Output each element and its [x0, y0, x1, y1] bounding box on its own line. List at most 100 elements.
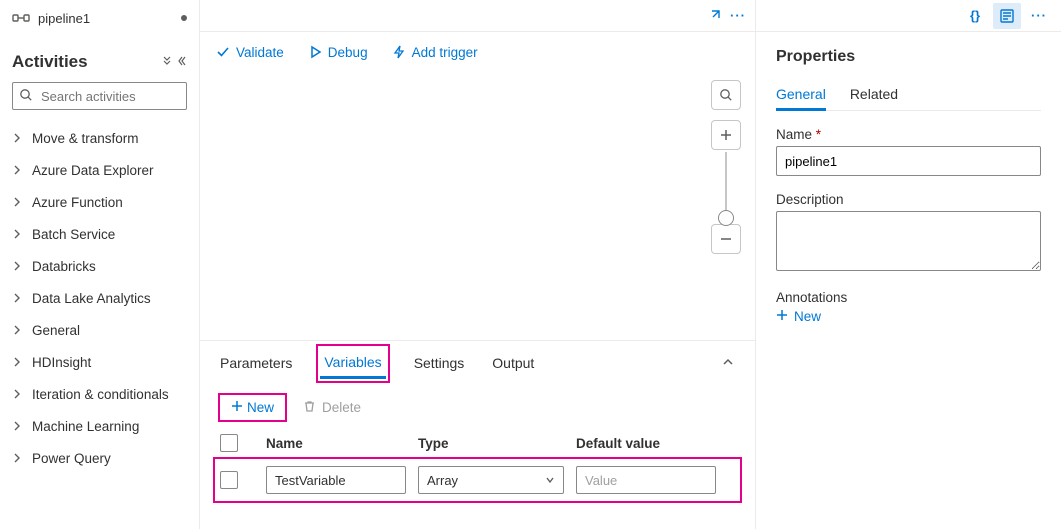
properties-content: Properties General Related Name * Descri… [756, 32, 1061, 356]
new-label: New [247, 400, 274, 415]
chevron-right-icon [12, 325, 22, 335]
popout-icon[interactable] [705, 7, 723, 25]
variable-type-select[interactable]: Array [418, 466, 564, 494]
category-data-lake-analytics[interactable]: Data Lake Analytics [12, 282, 187, 314]
right-topbar: {} ··· [756, 0, 1061, 32]
prop-tab-related[interactable]: Related [850, 80, 898, 110]
category-general[interactable]: General [12, 314, 187, 346]
panel-collapse-button[interactable] [721, 355, 735, 372]
category-label: Azure Function [32, 195, 123, 210]
variable-type-value: Array [427, 473, 458, 488]
annotations-label: Annotations [776, 290, 1041, 305]
category-iteration-conditionals[interactable]: Iteration & conditionals [12, 378, 187, 410]
add-trigger-label: Add trigger [412, 45, 478, 60]
select-all-checkbox[interactable] [220, 434, 238, 452]
more-icon[interactable]: ··· [729, 7, 747, 25]
name-label: Name * [776, 127, 1041, 142]
activities-heading: Activities [12, 52, 88, 72]
row-checkbox[interactable] [220, 471, 238, 489]
bottom-panel: Parameters Variables Settings Output New… [200, 340, 755, 529]
category-label: General [32, 323, 80, 338]
category-databricks[interactable]: Databricks [12, 250, 187, 282]
variable-name-input[interactable] [266, 466, 406, 494]
debug-button[interactable]: Debug [308, 45, 368, 60]
category-hdinsight[interactable]: HDInsight [12, 346, 187, 378]
unsaved-indicator-icon [181, 15, 187, 21]
chevron-down-icon [545, 473, 555, 488]
tab-settings[interactable]: Settings [414, 349, 465, 377]
category-azure-data-explorer[interactable]: Azure Data Explorer [12, 154, 187, 186]
check-icon [216, 45, 230, 59]
chevron-right-icon [12, 421, 22, 431]
new-annotation-label: New [794, 309, 821, 324]
chevron-right-icon [12, 197, 22, 207]
chevron-right-icon [12, 229, 22, 239]
annotations-group: Annotations New [776, 290, 1041, 324]
trash-icon [303, 400, 316, 416]
category-power-query[interactable]: Power Query [12, 442, 187, 474]
variables-header-row: Name Type Default value [200, 428, 755, 458]
zoom-slider-handle[interactable] [718, 210, 734, 226]
pipeline-tab[interactable]: pipeline1 [12, 0, 187, 32]
search-icon [19, 88, 33, 105]
chevron-right-icon [12, 261, 22, 271]
play-icon [308, 45, 322, 59]
pipeline-icon [12, 11, 30, 25]
activities-search[interactable] [12, 82, 187, 110]
chevron-right-icon [12, 389, 22, 399]
new-variable-button[interactable]: New [220, 395, 285, 420]
description-field-group: Description [776, 192, 1041, 274]
chevron-right-icon [12, 293, 22, 303]
category-label: Move & transform [32, 131, 139, 146]
add-trigger-button[interactable]: Add trigger [392, 45, 478, 60]
column-type: Type [418, 436, 576, 451]
lightning-icon [392, 45, 406, 59]
validate-label: Validate [236, 45, 284, 60]
canvas-search-button[interactable] [711, 80, 741, 110]
delete-label: Delete [322, 400, 361, 415]
new-annotation-button[interactable]: New [776, 309, 1041, 324]
category-azure-function[interactable]: Azure Function [12, 186, 187, 218]
activities-heading-row: Activities [12, 52, 187, 72]
sidebar-collapse-controls[interactable] [161, 55, 187, 70]
pipeline-toolbar: Validate Debug Add trigger [200, 32, 755, 72]
validate-button[interactable]: Validate [216, 45, 284, 60]
chevron-right-icon [12, 133, 22, 143]
category-move-transform[interactable]: Move & transform [12, 122, 187, 154]
category-batch-service[interactable]: Batch Service [12, 218, 187, 250]
properties-view-button[interactable] [993, 3, 1021, 29]
chevron-right-icon [12, 453, 22, 463]
delete-variable-button: Delete [303, 400, 361, 416]
main-top-right-bar: ··· [200, 0, 755, 32]
category-machine-learning[interactable]: Machine Learning [12, 410, 187, 442]
category-label: Machine Learning [32, 419, 139, 434]
category-label: HDInsight [32, 355, 91, 370]
column-name: Name [266, 436, 418, 451]
chevron-double-down-icon [161, 55, 173, 70]
zoom-in-button[interactable] [711, 120, 741, 150]
tab-variables[interactable]: Variables [320, 348, 385, 379]
zoom-slider-track[interactable] [725, 152, 727, 222]
activities-search-input[interactable] [39, 88, 219, 105]
category-label: Data Lake Analytics [32, 291, 151, 306]
category-label: Power Query [32, 451, 111, 466]
category-label: Batch Service [32, 227, 115, 242]
debug-label: Debug [328, 45, 368, 60]
description-input[interactable] [776, 211, 1041, 271]
pipeline-tab-title: pipeline1 [38, 11, 90, 26]
prop-tab-general[interactable]: General [776, 80, 826, 111]
code-view-button[interactable]: {} [961, 3, 989, 29]
name-input[interactable] [776, 146, 1041, 176]
bottom-panel-actions: New Delete [200, 385, 755, 428]
variable-default-input[interactable] [576, 466, 716, 494]
properties-title: Properties [776, 48, 1041, 66]
pipeline-canvas[interactable] [200, 72, 755, 340]
activities-sidebar: pipeline1 Activities Move & transform Az… [0, 0, 200, 529]
tab-output[interactable]: Output [492, 349, 534, 377]
right-more-button[interactable]: ··· [1025, 3, 1053, 29]
tab-parameters[interactable]: Parameters [220, 349, 292, 377]
variable-row: Array [216, 460, 739, 500]
properties-tabs: General Related [776, 80, 1041, 111]
zoom-out-button[interactable] [711, 224, 741, 254]
bottom-panel-tabs: Parameters Variables Settings Output [200, 341, 755, 385]
